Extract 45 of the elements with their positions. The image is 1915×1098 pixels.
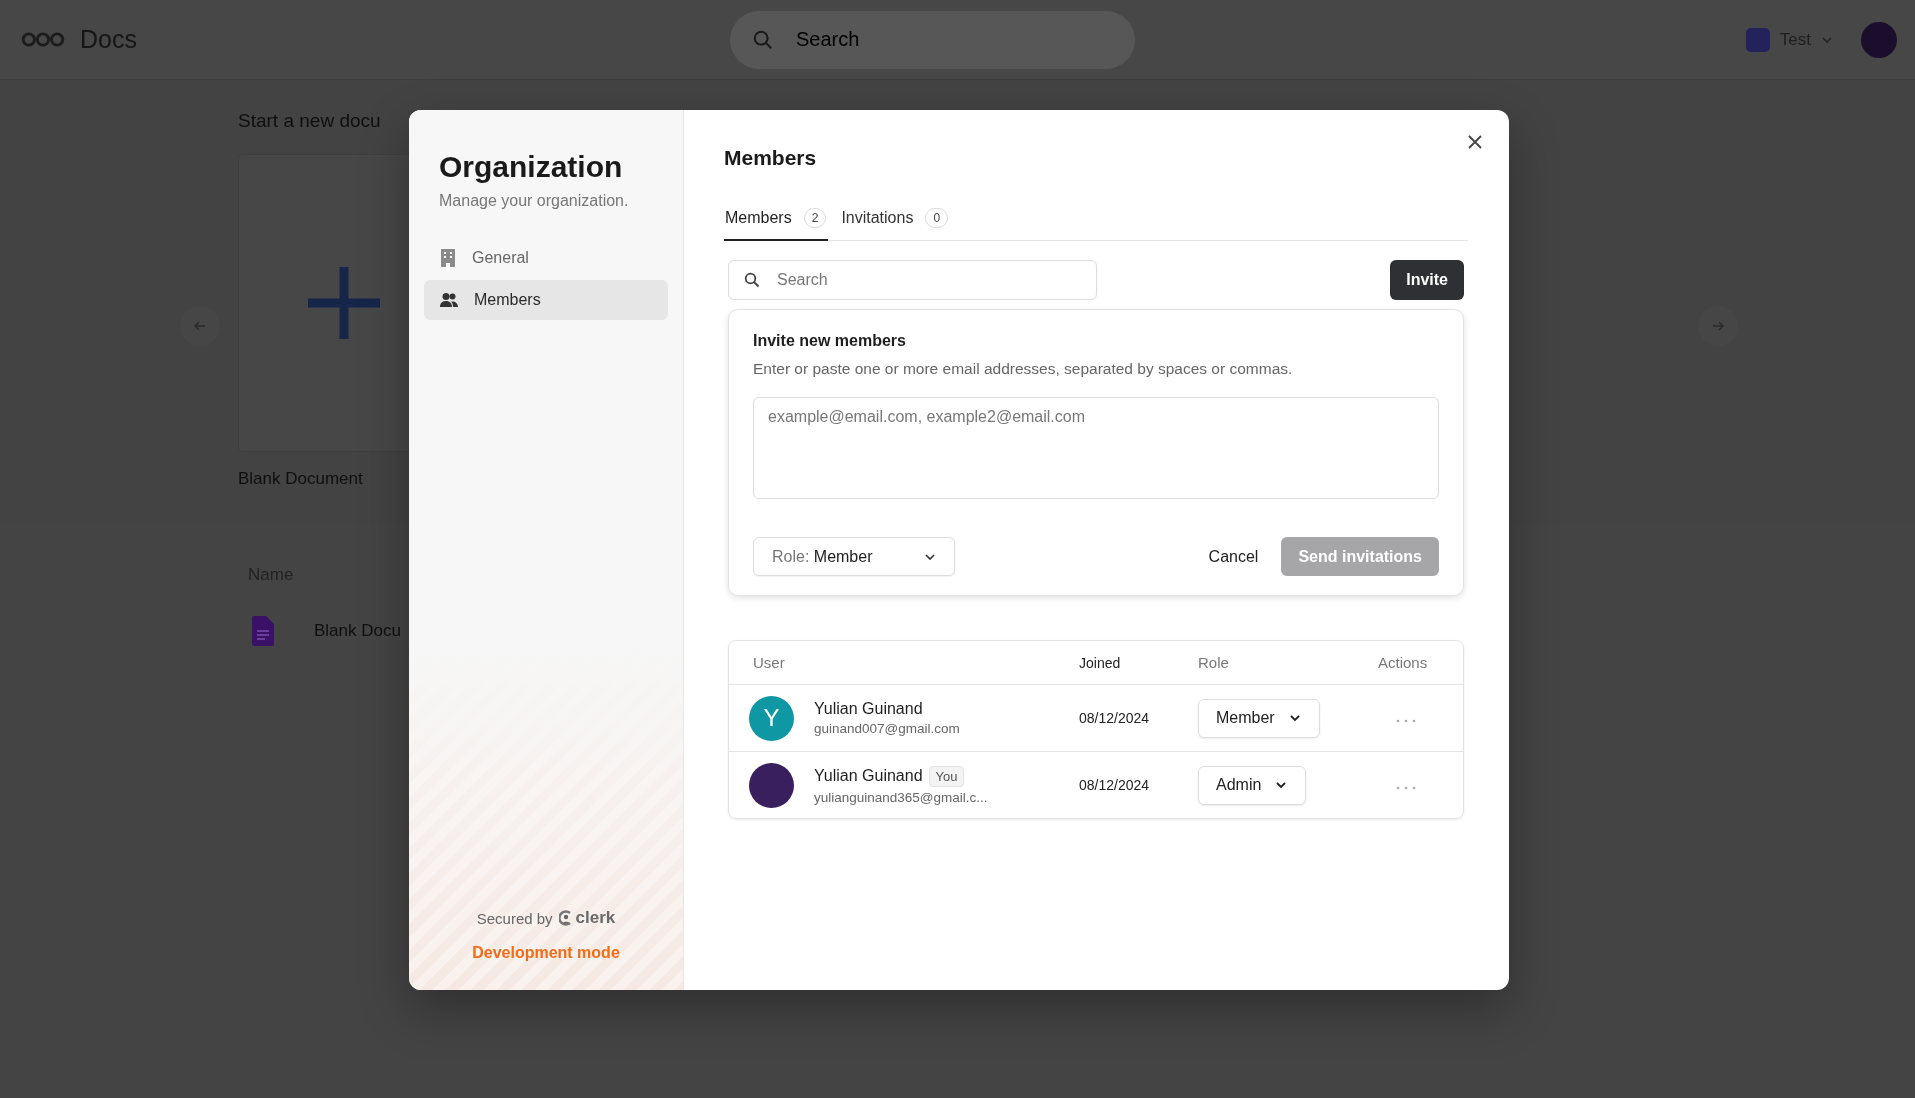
cancel-button[interactable]: Cancel: [1208, 547, 1259, 566]
user-avatar[interactable]: [1861, 21, 1897, 58]
clerk-logo[interactable]: clerk: [558, 908, 616, 928]
chevron-down-icon: [1288, 712, 1301, 724]
role-dropdown[interactable]: Role: Member: [753, 537, 955, 576]
user-email: yulianguinand365@gmail.c...: [814, 789, 988, 805]
user-name: Yulian Guinand: [814, 767, 923, 785]
user-email: guinand007@gmail.com: [814, 721, 960, 736]
search-field[interactable]: Search: [730, 10, 1135, 69]
secured-by-text: Secured by: [476, 909, 553, 927]
development-mode-label: Development mode: [472, 944, 620, 962]
avatar: Y: [749, 695, 794, 741]
plus-icon: [308, 267, 380, 339]
photo-placeholder: [749, 762, 794, 808]
dialog-subtitle: Manage your organization.: [438, 192, 630, 210]
column-header: User: [753, 654, 785, 671]
role-dropdown[interactable]: Member: [1198, 698, 1320, 738]
joined-date: 08/12/2024: [1079, 777, 1150, 793]
page-title: Members: [724, 146, 818, 170]
close-icon[interactable]: [1467, 134, 1483, 150]
role-dropdown[interactable]: Admin: [1198, 765, 1307, 805]
chevron-down-icon: [1275, 779, 1288, 791]
column-header: Joined: [1079, 655, 1121, 671]
invite-button[interactable]: Invite: [1390, 260, 1464, 300]
you-badge: You: [928, 765, 965, 787]
joined-date: 08/12/2024: [1079, 710, 1150, 726]
more-icon[interactable]: [1396, 786, 1416, 790]
email-input-field[interactable]: example@email.com, example2@email.com: [753, 397, 1439, 499]
dialog-title: Organization: [438, 150, 624, 184]
search-field[interactable]: Search: [728, 260, 1097, 300]
sidebar-item[interactable]: Members: [424, 280, 668, 320]
column-header: Actions: [1378, 654, 1428, 671]
people-icon: [440, 292, 458, 308]
building-icon: [440, 249, 456, 267]
more-icon[interactable]: [1396, 719, 1416, 723]
user-name: Yulian Guinand: [814, 700, 923, 718]
panel-title: Invite new members: [753, 332, 907, 350]
logo-icon: [20, 31, 66, 48]
document-icon: [252, 616, 274, 646]
panel-hint: Enter or paste one or more email addresses, separated by spaces or commas.: [753, 360, 1294, 378]
sidebar-item[interactable]: General: [424, 238, 668, 278]
workspace-icon: [1745, 27, 1770, 52]
column-header: Role: [1198, 654, 1229, 671]
tab[interactable]: Members 2: [724, 202, 829, 241]
tab[interactable]: Invitations 0: [840, 202, 951, 241]
